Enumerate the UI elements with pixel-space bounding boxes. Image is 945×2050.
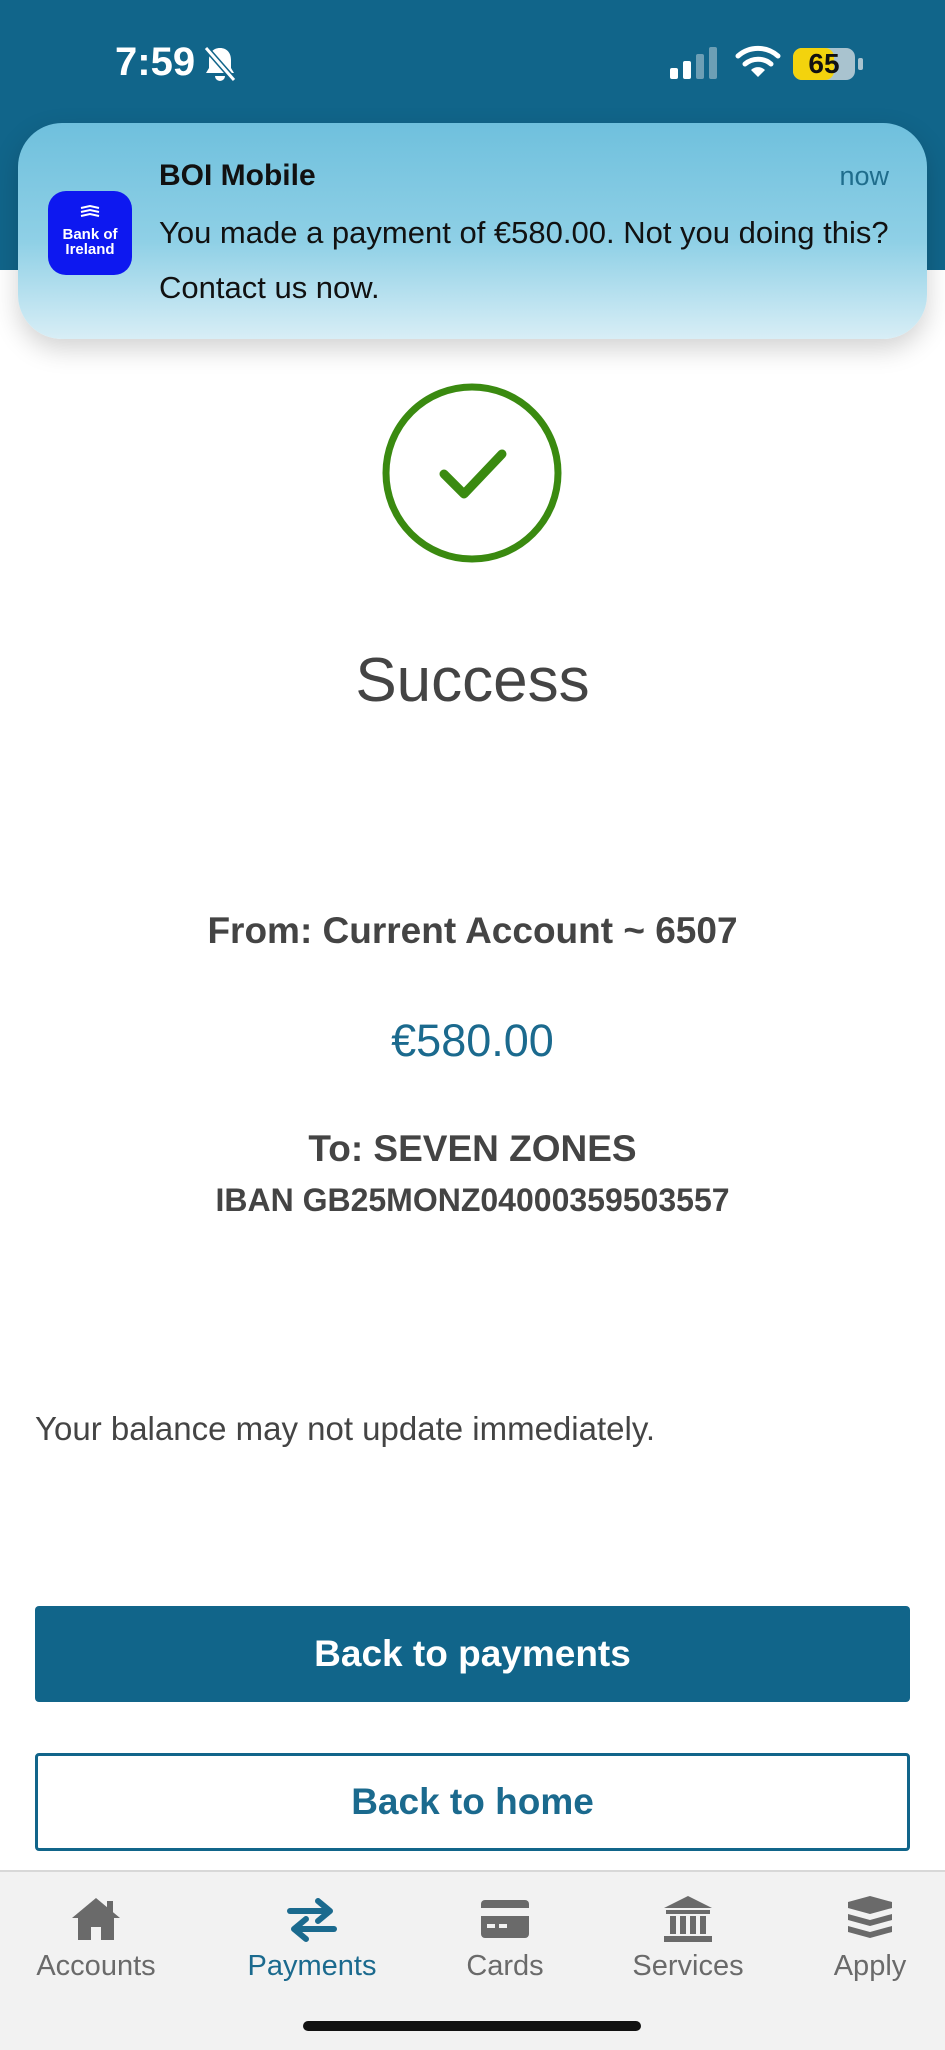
tab-cards[interactable]: Cards (415, 1872, 595, 2002)
house-icon (72, 1898, 120, 1940)
bank-of-ireland-app-icon: Bank of Ireland (48, 191, 132, 275)
card-icon (481, 1900, 529, 1938)
push-notification[interactable]: Bank of Ireland BOI Mobile now You made … (18, 123, 927, 339)
tab-apply[interactable]: Apply (780, 1872, 945, 2002)
tab-accounts[interactable]: Accounts (6, 1872, 186, 2002)
home-indicator[interactable] (303, 2021, 641, 2031)
notification-message: You made a payment of €580.00. Not you d… (159, 215, 889, 305)
success-title: Success (355, 646, 590, 715)
tab-label: Payments (247, 1950, 377, 1982)
transfer-arrows-icon (287, 1898, 337, 1942)
layers-icon (848, 1896, 892, 1938)
notification-app-name: BOI Mobile (159, 159, 316, 192)
back-to-home-button[interactable]: Back to home (35, 1753, 910, 1851)
app-icon-text-line1: Bank of (62, 226, 118, 243)
tab-label: Accounts (36, 1950, 156, 1982)
boi-logo-icon (80, 205, 100, 217)
notification-time: now (839, 161, 889, 191)
back-to-payments-button[interactable]: Back to payments (35, 1606, 910, 1702)
tab-payments[interactable]: Payments (222, 1872, 402, 2002)
wifi-icon (735, 45, 781, 77)
bottom-tab-bar: Accounts Payments Cards Services Apply (0, 1870, 945, 2050)
payee-iban: IBAN GB25MONZ04000359503557 (215, 1182, 730, 1218)
tab-label: Services (632, 1950, 744, 1982)
bank-icon (664, 1896, 712, 1942)
tab-label: Apply (833, 1950, 907, 1982)
battery-level: 65 (808, 48, 840, 79)
success-check-icon (382, 383, 562, 563)
tab-services[interactable]: Services (598, 1872, 778, 2002)
payee-name: To: SEVEN ZONES (308, 1128, 637, 1169)
bell-muted-icon (203, 46, 237, 82)
payment-amount: €580.00 (391, 1015, 554, 1066)
status-time: 7:59 (115, 40, 196, 84)
status-bar: 7:59 65 (0, 0, 945, 125)
balance-note: Your balance may not update immediately. (35, 1410, 656, 1447)
tab-label: Cards (466, 1950, 544, 1982)
cellular-signal-icon (670, 47, 717, 79)
from-account: From: Current Account ~ 6507 (207, 910, 738, 951)
app-icon-text-line2: Ireland (65, 241, 115, 258)
